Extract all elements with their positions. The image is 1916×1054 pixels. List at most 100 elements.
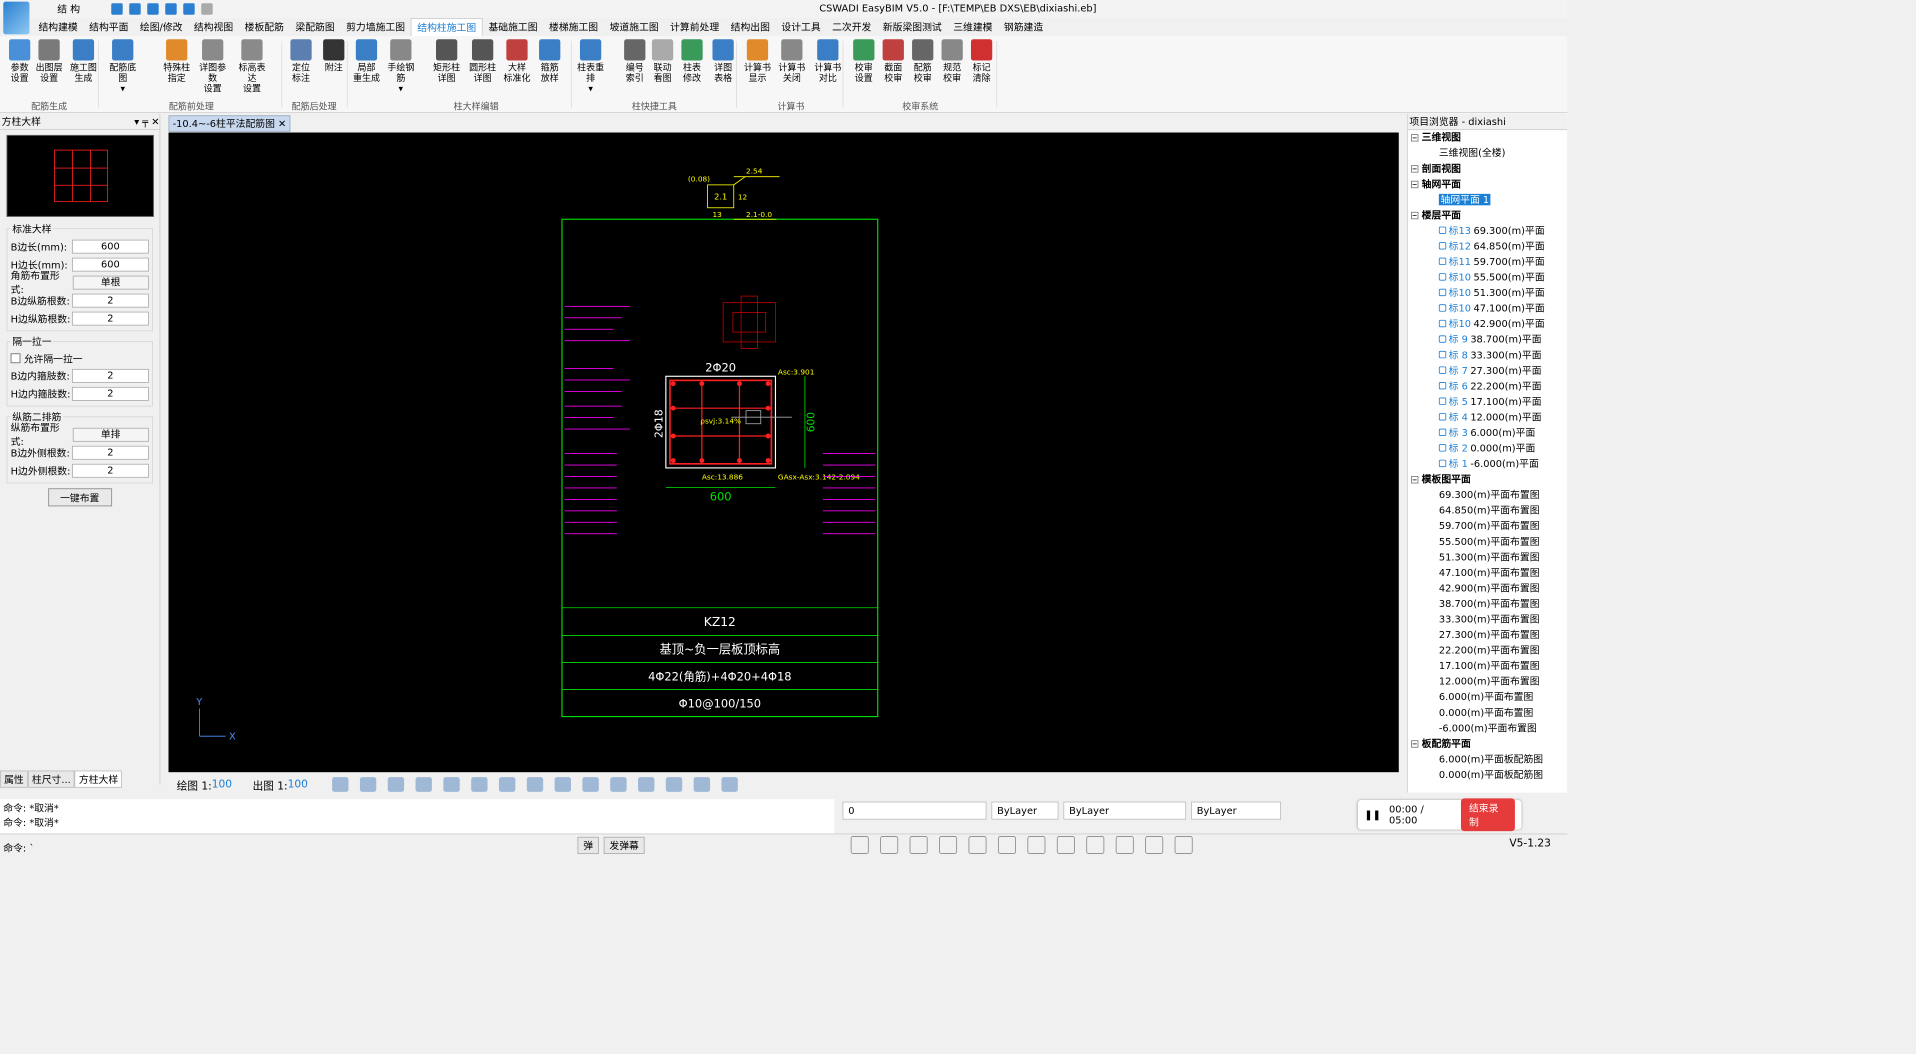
tree-group[interactable]: − 模板图平面 xyxy=(1411,472,1567,488)
tree-item[interactable]: 三维视图(全楼) xyxy=(1411,146,1567,162)
ribbon-button[interactable]: 特殊柱 指定 xyxy=(160,39,193,83)
menu-item[interactable]: 钢筋建造 xyxy=(998,18,1049,36)
param-input[interactable]: 600 xyxy=(71,239,149,254)
close-tab-icon[interactable]: ✕ xyxy=(278,118,286,129)
tree-item[interactable]: 标 6 22.200(m)平面 xyxy=(1411,379,1567,395)
redo-icon[interactable] xyxy=(129,2,141,15)
filter-icon[interactable] xyxy=(665,777,682,792)
lock-icon[interactable] xyxy=(1438,350,1447,359)
tree-item[interactable]: 标 8 33.300(m)平面 xyxy=(1411,348,1567,364)
lock-icon[interactable] xyxy=(1438,382,1447,390)
panel-icon[interactable] xyxy=(968,835,987,854)
lineweight-select[interactable]: ByLayer xyxy=(1191,801,1281,820)
menu-item[interactable]: 楼板配筋 xyxy=(239,18,290,36)
refresh-icon[interactable] xyxy=(201,2,213,15)
menu-item[interactable]: 结构出图 xyxy=(725,18,776,36)
menu-item[interactable]: 新版梁图测试 xyxy=(877,18,947,36)
tree-item[interactable]: 17.100(m)平面布置图 xyxy=(1411,658,1567,674)
param-input[interactable]: 2 xyxy=(71,368,149,383)
ribbon-button[interactable]: 详图参数 设置 xyxy=(196,39,229,94)
tree-item[interactable]: 33.300(m)平面布置图 xyxy=(1411,612,1567,628)
collapse-icon[interactable]: − xyxy=(1411,165,1419,173)
pause-icon[interactable]: ❚❚ xyxy=(1364,809,1380,820)
menu-item[interactable]: 二次开发 xyxy=(826,18,877,36)
tag-icon[interactable] xyxy=(1115,835,1134,854)
ribbon-button[interactable]: 配筋底图 ▾ xyxy=(106,39,139,94)
ribbon-button[interactable]: 定位 标注 xyxy=(285,39,318,83)
collapse-icon[interactable]: − xyxy=(1411,180,1419,189)
tree-group[interactable]: − 三维视图 xyxy=(1411,130,1567,146)
lock-icon[interactable] xyxy=(1438,428,1447,436)
cube-icon[interactable] xyxy=(637,777,655,792)
close-icon[interactable] xyxy=(183,2,195,15)
paint-2-icon[interactable] xyxy=(470,777,488,792)
tree-item[interactable]: 标 1 -6.000(m)平面 xyxy=(1411,456,1567,472)
ribbon-button[interactable]: 标记 清除 xyxy=(965,39,998,83)
ribbon-button[interactable]: 计算书 关闭 xyxy=(775,39,808,83)
tree-item[interactable]: 标10 55.500(m)平面 xyxy=(1411,270,1567,286)
param-input[interactable]: 2 xyxy=(71,311,149,326)
tree-item[interactable]: 标10 51.300(m)平面 xyxy=(1411,285,1567,301)
out-scale-value[interactable]: 100 xyxy=(288,778,321,790)
ribbon-button[interactable]: 详图 表格 xyxy=(707,39,740,83)
ribbon-button[interactable]: 矩形柱 详图 xyxy=(430,39,463,83)
ribbon-button[interactable]: 大样 标准化 xyxy=(501,39,534,83)
menu-item[interactable]: 坡道施工图 xyxy=(604,18,665,36)
lock-icon[interactable] xyxy=(1438,242,1447,250)
lock-icon[interactable] xyxy=(415,777,432,792)
crop-icon[interactable] xyxy=(554,777,571,792)
paint-icon[interactable] xyxy=(443,777,460,792)
lock-icon[interactable] xyxy=(1438,366,1447,374)
tree-item[interactable]: 42.900(m)平面布置图 xyxy=(1411,581,1567,597)
menu-item[interactable]: 剪力墙施工图 xyxy=(340,18,410,36)
tree-item[interactable]: 标10 42.900(m)平面 xyxy=(1411,317,1567,333)
tree-item[interactable]: 22.200(m)平面布置图 xyxy=(1411,643,1567,659)
draw-scale-value[interactable]: 100 xyxy=(212,778,245,790)
tree-item[interactable]: 59.700(m)平面布置图 xyxy=(1411,519,1567,535)
ribbon-button[interactable]: 柱表重排 ▾ xyxy=(574,39,607,94)
undo-icon[interactable] xyxy=(111,2,123,15)
ribbon-button[interactable]: 柱表 修改 xyxy=(676,39,709,83)
tree-item[interactable]: 12.000(m)平面布置图 xyxy=(1411,674,1567,690)
lock-icon[interactable] xyxy=(1438,459,1447,468)
lock-icon[interactable] xyxy=(1438,335,1447,343)
param-select[interactable]: 单排 xyxy=(72,427,149,442)
save-as-icon[interactable] xyxy=(165,2,177,15)
menu-item[interactable]: 结构柱施工图 xyxy=(410,17,483,36)
tree-item[interactable]: 6.000(m)平面布置图 xyxy=(1411,690,1567,706)
tree-item[interactable]: 51.300(m)平面布置图 xyxy=(1411,550,1567,566)
shape-icon[interactable] xyxy=(498,777,516,792)
tree-item[interactable]: 标 4 12.000(m)平面 xyxy=(1411,410,1567,426)
lock-icon[interactable] xyxy=(1438,444,1447,452)
save-icon[interactable] xyxy=(147,2,159,15)
tree-item[interactable]: 轴网平面 1 xyxy=(1411,192,1567,208)
param-input[interactable]: 2 xyxy=(71,386,149,401)
ribbon-button[interactable]: 局部 重生成 xyxy=(350,39,383,83)
quick-module-label[interactable]: 结 构 xyxy=(57,2,80,16)
menu-item[interactable]: 基础施工图 xyxy=(483,18,544,36)
menu-item[interactable]: 结构视图 xyxy=(188,18,239,36)
ribbon-button[interactable]: 计算书 显示 xyxy=(741,39,774,83)
one-key-layout-button[interactable]: 一键布置 xyxy=(47,488,112,507)
collapse-icon[interactable]: − xyxy=(1411,211,1419,220)
window-2-icon[interactable] xyxy=(721,777,738,792)
panel-controls[interactable]: ▾ ╤ ✕ xyxy=(134,114,159,130)
collapse-icon[interactable]: − xyxy=(1411,134,1419,142)
tree-item[interactable]: 64.850(m)平面布置图 xyxy=(1411,503,1567,519)
ribbon-button[interactable]: 圆形柱 详图 xyxy=(466,39,499,83)
ribbon-button[interactable]: 计算书 对比 xyxy=(811,39,844,83)
export-icon[interactable] xyxy=(1145,835,1164,854)
menu-item[interactable]: 结构平面 xyxy=(83,18,134,36)
menu-item[interactable]: 梁配筋图 xyxy=(290,18,341,36)
tree-item[interactable]: 0.000(m)平面布置图 xyxy=(1411,705,1567,721)
dwg-icon[interactable] xyxy=(582,777,599,792)
route-icon[interactable] xyxy=(1086,835,1105,854)
menu-item[interactable]: 三维建模 xyxy=(947,18,998,36)
param-select[interactable]: 单根 xyxy=(72,275,149,290)
ribbon-button[interactable]: 出图层 设置 xyxy=(33,39,66,83)
tree-group[interactable]: − 楼层平面 xyxy=(1411,208,1567,224)
lock-icon[interactable] xyxy=(1438,226,1447,234)
menu-item[interactable]: 绘图/修改 xyxy=(134,18,188,36)
send-danmaku-button[interactable]: 发弹幕 xyxy=(603,836,645,854)
tree-item[interactable]: 标12 64.850(m)平面 xyxy=(1411,239,1567,255)
